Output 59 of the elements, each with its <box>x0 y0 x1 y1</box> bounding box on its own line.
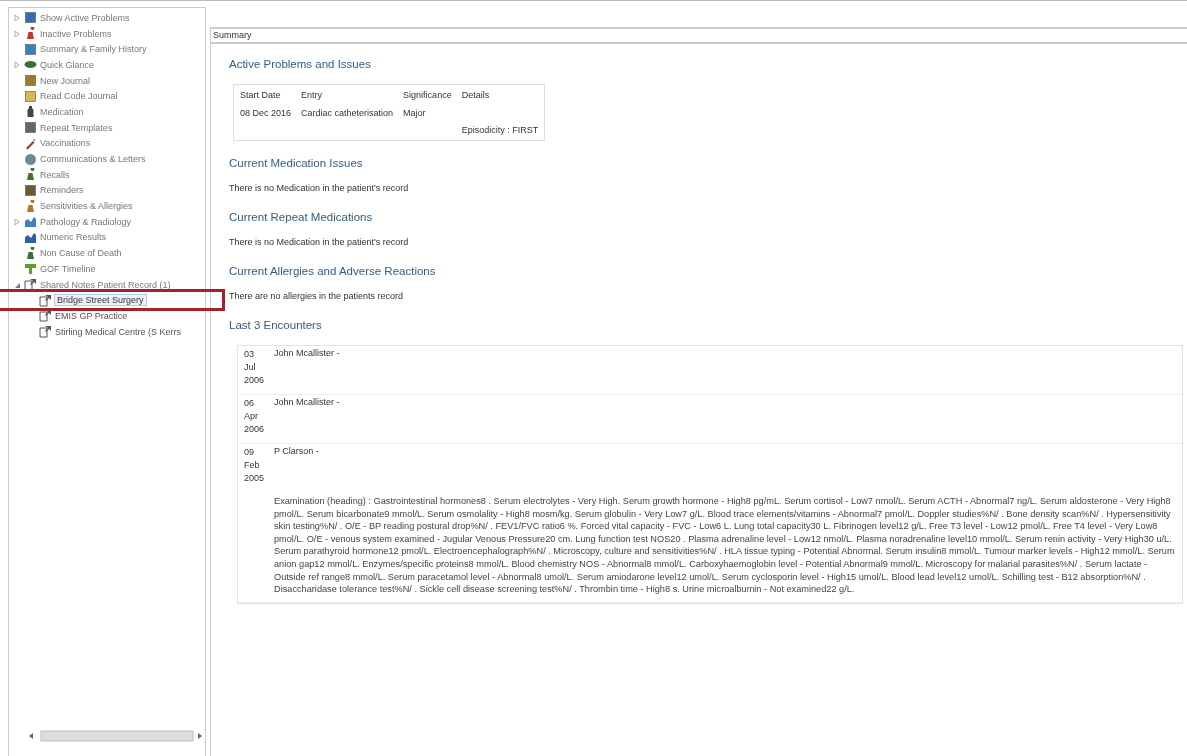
sidebar-item[interactable]: Inactive Problems <box>40 28 112 39</box>
sidebar-item[interactable]: Summary & Family History <box>40 44 147 55</box>
table-cell-text: Episodicity : FIRST <box>460 124 540 137</box>
figure-icon <box>24 27 37 41</box>
chart-icon <box>24 215 37 229</box>
arrow-icon <box>24 278 37 292</box>
panel-title: Summary <box>210 27 1187 44</box>
sidebar-item[interactable]: Stirling Medical Centre (S Kerrs <box>55 326 182 337</box>
expand-icon[interactable] <box>13 60 21 69</box>
sidebar-item[interactable]: Medication <box>40 106 84 117</box>
encounter-details: Examination (heading) : Gastrointestinal hormones8 . Serum electrolytes - Very High. Serum growth hormone - High8 pg/mL. Serum cortisol - Low7 nmol/L. Serum ACTH - Abnormal7 ng/L. Serum aldosterone - Very High8 pmol/L. Serum bicarbonate9 mmol/L. Serum osmolality - High8 mosm/kg. Serum globulin - Very Low7 g/L. Blood trace elements/vitamins - Abnormal7 pmol/L. Doppler studies%N/ . Bone density scan%N/ . Hypersensitivity skin testing%N/ . O/E - BP reading postural drop%N/ . FEV1/FVC ratio6 %. Forced vital capacity - FVC - Low6 L. Lung total capacity30 L. Fibrinogen level12 g/L. Free T3 level - Low12 pmol/L. Free T4 level - Very Low8 pmol/L. O/E - venous system examined - Jugular Venous Pressure20 cm. Lung function test NOS20 . Plasma adrenaline level - Low12 nmol/L. Plasma noradrenaline level10 mmol/L. Serum renin activity - Very High30 u/L. Serum parathyroid hormone12 pmol/L. Electroencephalograph%N/ . Microscopy, culture and sensitivities%N/ . HLA tissue typing - Potential Abnormal. Serum insulin8 mmol/L. Tumour marker levels - High12 mmol/L. Serum anion gap12 mmol/L. Enzymes/specific proteins8 mmol/L. Blood chemistry NOS - Abnormal8 mmol/L. Carboxyhaemoglobin level - Potential Abnormal9 mmol/L. Microscopy for malarial parasites%N/ . Serum lactate - Outside ref range8 mmol/L. Serum paracetamol level - Abnormal8 umol/L. Serum amiodarone level12 umol/L. Serum cyclosporin level - High15 umol/L. Blood lead level12 umol/L. Schilling test - B12 absorption%N/ . Disaccharidase tolerance test%N/ . Sickle cell disease screening test%N/ . Thrombin time - High8 s. Urine microalbumin - Not examined22 g/L. <box>274 495 1176 596</box>
column-header: Significance <box>402 89 453 102</box>
sidebar-item[interactable]: Show Active Problems <box>40 12 130 23</box>
sidebar-item[interactable]: New Journal <box>40 75 91 86</box>
section-heading: Last 3 Encounters <box>229 319 323 331</box>
table-cell-text: 08 Dec 2016 <box>239 107 293 120</box>
sidebar-item[interactable]: EMIS GP Practice <box>55 310 128 321</box>
clinician-name: John Mcallister - <box>274 397 341 409</box>
sidebar-item[interactable]: Communications & Letters <box>40 154 146 165</box>
sidebar-item[interactable]: Repeat Templates <box>40 122 113 133</box>
figure-icon <box>24 168 37 182</box>
table-cell-text: Major <box>402 107 427 120</box>
sidebar-item[interactable]: Numeric Results <box>40 232 106 243</box>
encounter-date: 03 Jul 2006 <box>244 348 266 387</box>
section-heading: Current Repeat Medications <box>229 211 374 223</box>
figure-icon <box>24 199 37 213</box>
column-header: Details <box>460 89 491 102</box>
sidebar-item[interactable]: Quick Glance <box>40 59 95 70</box>
table-cell-text: Cardiac catheterisation <box>300 107 395 120</box>
column-header: Start Date <box>239 89 282 102</box>
section-heading: Active Problems and Issues <box>229 58 372 70</box>
figure-icon <box>24 246 37 260</box>
sidebar-item[interactable]: Vaccinations <box>40 138 91 149</box>
clinician-name: P Clarson - <box>274 446 320 458</box>
sidebar-item[interactable]: Non Cause of Death <box>40 248 122 259</box>
arrow-icon <box>39 325 52 339</box>
sidebar-item[interactable]: Bridge Street Surgery <box>55 295 146 306</box>
sidebar-item[interactable]: Reminders <box>40 185 84 196</box>
expand-icon[interactable] <box>13 13 21 22</box>
sidebar-item[interactable]: Pathology & Radiology <box>40 216 132 227</box>
arrow-icon <box>39 309 52 323</box>
info-text: There are no allergies in the patients record <box>229 291 405 301</box>
chart-icon <box>24 230 37 244</box>
column-header: Entry <box>300 89 324 102</box>
section-heading: Current Medication Issues <box>229 157 364 169</box>
arrow-icon <box>39 293 52 307</box>
encounter-date: 06 Apr 2006 <box>244 397 266 436</box>
sidebar-item[interactable]: Sensitivities & Allergies <box>40 201 133 212</box>
section-heading: Current Allergies and Adverse Reactions <box>229 265 437 277</box>
info-text: There is no Medication in the patient's record <box>229 183 410 193</box>
sidebar-item[interactable]: GOF Timeline <box>40 263 96 274</box>
syringe-icon <box>24 136 37 150</box>
expand-icon[interactable] <box>13 29 21 38</box>
encounter-date: 09 Feb 2005 <box>244 446 266 485</box>
clinician-name: John Mcallister - <box>274 348 341 360</box>
info-text: There is no Medication in the patient's record <box>229 237 410 247</box>
sidebar-item[interactable]: Recalls <box>40 169 70 180</box>
expand-icon[interactable] <box>13 217 21 226</box>
sidebar-item[interactable]: Read Code Journal <box>40 91 118 102</box>
